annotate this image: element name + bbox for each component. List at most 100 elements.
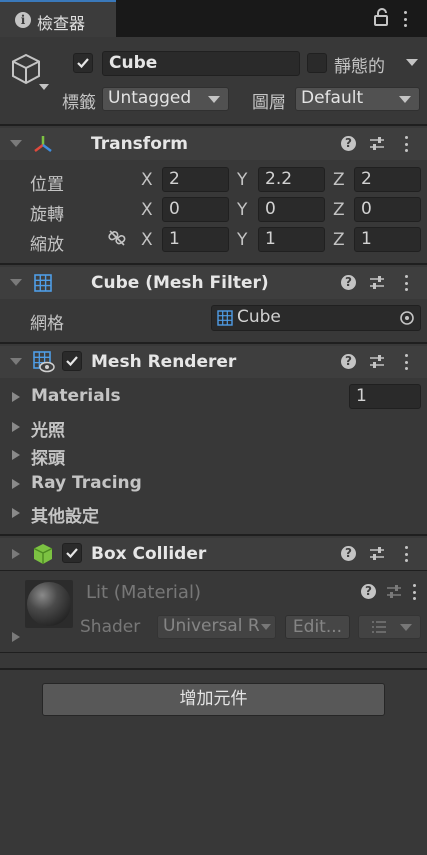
- shader-label: Shader: [80, 617, 141, 637]
- materials-size-field[interactable]: 1: [349, 384, 421, 409]
- shader-dropdown[interactable]: Universal R: [157, 615, 276, 639]
- foldout-arrow-icon[interactable]: [12, 632, 20, 642]
- tag-dropdown[interactable]: Untagged: [102, 87, 229, 111]
- layer-label: 圖層: [252, 93, 286, 113]
- tab-inspector[interactable]: i 檢查器: [0, 0, 116, 37]
- position-x-field[interactable]: 2: [162, 167, 229, 192]
- mesh-renderer-enabled-checkbox[interactable]: [62, 351, 82, 371]
- box-collider-enabled-checkbox[interactable]: [62, 543, 82, 563]
- position-z-field[interactable]: 2: [354, 167, 421, 192]
- material-title: Lit (Material): [86, 582, 201, 603]
- rotation-x-field[interactable]: 0: [162, 197, 229, 222]
- list-icon: [372, 621, 386, 633]
- other-settings-foldout[interactable]: 其他設定: [0, 502, 427, 527]
- mesh-filter-title: Cube (Mesh Filter): [91, 273, 269, 293]
- kebab-menu-icon[interactable]: [405, 136, 409, 152]
- separator: [0, 534, 427, 536]
- mesh-label: 網格: [30, 314, 64, 334]
- chevron-down-icon: [399, 96, 411, 103]
- layer-value: Default: [301, 88, 364, 108]
- object-name-field[interactable]: Cube: [102, 51, 300, 76]
- scale-z-axis[interactable]: Z: [333, 230, 345, 250]
- kebab-menu-icon[interactable]: [404, 11, 408, 27]
- separator: [0, 263, 427, 265]
- static-dropdown-arrow[interactable]: [406, 59, 418, 66]
- rotation-z-field[interactable]: 0: [354, 197, 421, 222]
- position-x-axis[interactable]: X: [141, 170, 153, 190]
- preset-sliders-icon[interactable]: [369, 354, 385, 370]
- help-icon[interactable]: ?: [341, 354, 356, 369]
- foldout-arrow-icon: [12, 392, 20, 402]
- shader-options-dropdown[interactable]: [358, 615, 421, 639]
- rotation-z-axis[interactable]: Z: [333, 200, 345, 220]
- materials-label: Materials: [31, 386, 121, 406]
- target-picker-icon[interactable]: [399, 310, 415, 326]
- mesh-grid-icon: [34, 274, 52, 292]
- transform-header[interactable]: Transform ?: [0, 128, 427, 160]
- transform-title: Transform: [91, 134, 188, 154]
- position-z-axis[interactable]: Z: [333, 170, 345, 190]
- scale-y-axis[interactable]: Y: [237, 230, 247, 250]
- scale-z-field[interactable]: 1: [354, 227, 421, 252]
- constrain-proportions-icon[interactable]: [107, 229, 127, 247]
- rotation-x-axis[interactable]: X: [141, 200, 153, 220]
- position-y-field[interactable]: 2.2: [258, 167, 325, 192]
- mesh-renderer-header[interactable]: Mesh Renderer ?: [0, 346, 427, 378]
- foldout-arrow-icon[interactable]: [10, 358, 22, 365]
- separator: [0, 668, 427, 670]
- kebab-menu-icon[interactable]: [405, 354, 409, 370]
- shader-value: Universal R: [163, 616, 260, 636]
- lighting-foldout[interactable]: 光照: [0, 416, 427, 441]
- help-icon[interactable]: ?: [341, 136, 356, 151]
- scale-y-field[interactable]: 1: [258, 227, 325, 252]
- scale-label: 縮放: [30, 235, 64, 255]
- ray-tracing-foldout[interactable]: Ray Tracing: [0, 473, 427, 495]
- box-collider-header[interactable]: Box Collider ?: [0, 538, 427, 570]
- mesh-value: Cube: [237, 307, 281, 327]
- lighting-label: 光照: [31, 421, 65, 441]
- kebab-menu-icon[interactable]: [405, 546, 409, 562]
- probes-label: 探頭: [31, 449, 65, 469]
- foldout-arrow-icon[interactable]: [10, 279, 22, 286]
- rotation-y-field[interactable]: 0: [258, 197, 325, 222]
- preset-sliders-icon[interactable]: [369, 546, 385, 562]
- static-checkbox[interactable]: [307, 53, 327, 73]
- rotation-y-axis[interactable]: Y: [237, 200, 247, 220]
- position-label: 位置: [30, 175, 64, 195]
- cube-icon[interactable]: [10, 52, 44, 86]
- foldout-arrow-icon[interactable]: [10, 140, 22, 147]
- info-icon: i: [15, 12, 31, 28]
- material-preview: [25, 580, 73, 628]
- foldout-arrow-icon: [12, 450, 20, 460]
- layer-dropdown[interactable]: Default: [295, 87, 420, 111]
- preset-sliders-icon[interactable]: [369, 275, 385, 291]
- shader-edit-button[interactable]: Edit...: [285, 615, 350, 639]
- foldout-arrow-icon: [12, 479, 20, 489]
- help-icon[interactable]: ?: [341, 275, 356, 290]
- scale-x-field[interactable]: 1: [162, 227, 229, 252]
- mesh-grid-icon: [217, 310, 233, 326]
- mesh-object-field[interactable]: Cube: [211, 305, 421, 331]
- chevron-down-icon[interactable]: [39, 84, 49, 90]
- position-y-axis[interactable]: Y: [237, 170, 247, 190]
- active-checkbox[interactable]: [73, 53, 93, 73]
- preset-sliders-icon[interactable]: [386, 584, 402, 600]
- kebab-menu-icon[interactable]: [405, 275, 409, 291]
- preset-sliders-icon[interactable]: [369, 136, 385, 152]
- tab-label: 檢查器: [37, 14, 86, 33]
- static-label: 靜態的: [334, 57, 385, 77]
- mesh-filter-header[interactable]: Cube (Mesh Filter) ?: [0, 267, 427, 299]
- transform-gizmo-icon: [34, 136, 52, 152]
- ray-tracing-label: Ray Tracing: [31, 473, 142, 493]
- help-icon[interactable]: ?: [361, 584, 376, 599]
- probes-foldout[interactable]: 探頭: [0, 444, 427, 469]
- scale-x-axis[interactable]: X: [141, 230, 153, 250]
- chevron-down-icon: [208, 96, 220, 103]
- separator: [0, 652, 427, 653]
- foldout-arrow-icon[interactable]: [12, 549, 20, 559]
- separator: [0, 570, 427, 571]
- kebab-menu-icon[interactable]: [413, 584, 417, 600]
- help-icon[interactable]: ?: [341, 546, 356, 561]
- lock-icon[interactable]: [373, 8, 389, 26]
- add-component-button[interactable]: 增加元件: [42, 683, 385, 716]
